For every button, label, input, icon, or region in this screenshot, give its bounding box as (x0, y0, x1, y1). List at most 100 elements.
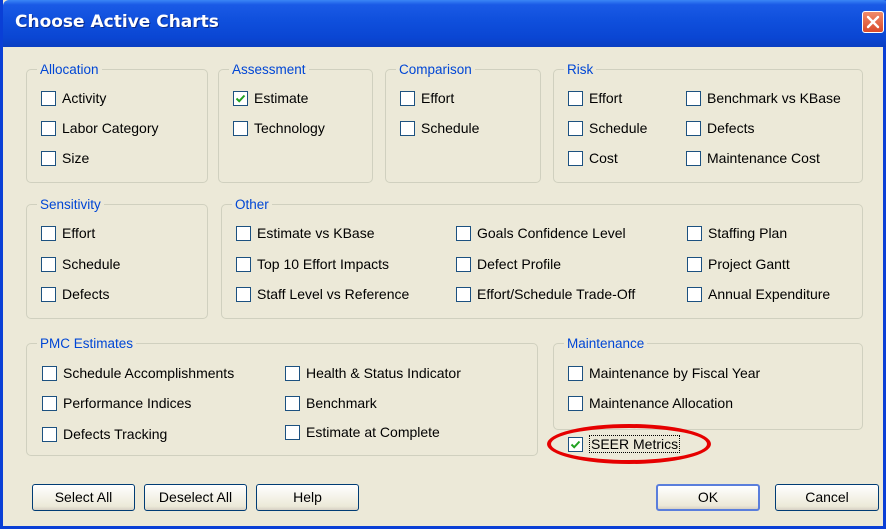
checkbox-pmc-health-status-indicator[interactable]: Health & Status Indicator (285, 365, 461, 381)
checkbox-box[interactable] (236, 286, 251, 302)
group-title-assessment: Assessment (232, 62, 306, 77)
checkbox-other-top-10-effort-impacts[interactable]: Top 10 Effort Impacts (236, 256, 389, 272)
checkbox-label: Cost (589, 150, 618, 166)
checkbox-other-goals-confidence-level[interactable]: Goals Confidence Level (456, 225, 626, 241)
checkbox-other-project-gantt[interactable]: Project Gantt (687, 256, 790, 272)
checkbox-sensitivity-defects[interactable]: Defects (41, 286, 109, 302)
checkbox-box[interactable] (41, 256, 56, 272)
group-title-maintenance: Maintenance (567, 336, 645, 351)
checkbox-box[interactable] (687, 286, 702, 302)
checkbox-label: Size (62, 150, 90, 166)
checkbox-box[interactable] (42, 395, 57, 411)
checkbox-label: Defect Profile (477, 256, 562, 272)
checkbox-box[interactable] (687, 225, 702, 241)
checkbox-assessment-technology[interactable]: Technology (233, 120, 325, 136)
checkbox-assessment-estimate[interactable]: Estimate (233, 90, 308, 106)
close-button[interactable] (862, 11, 884, 33)
checkbox-box[interactable] (41, 150, 56, 166)
choose-active-charts-dialog: Choose Active Charts Allocation Activity… (0, 0, 886, 529)
checkbox-box[interactable] (285, 395, 300, 411)
checkbox-label: Benchmark (306, 395, 377, 411)
checkbox-sensitivity-schedule[interactable]: Schedule (41, 256, 120, 272)
checkbox-label: SEER Metrics (589, 435, 681, 453)
checkbox-risk-maintenance-cost[interactable]: Maintenance Cost (686, 150, 820, 166)
checkbox-other-effort-schedule-trade-off[interactable]: Effort/Schedule Trade-Off (456, 286, 635, 302)
title-bar[interactable]: Choose Active Charts (3, 0, 886, 47)
checkbox-box[interactable] (42, 365, 57, 381)
checkbox-allocation-labor-category[interactable]: Labor Category (41, 120, 159, 136)
checkbox-box[interactable] (41, 225, 56, 241)
checkbox-box[interactable] (686, 120, 701, 136)
select-all-button[interactable]: Select All (32, 484, 135, 511)
checkbox-other-annual-expenditure[interactable]: Annual Expenditure (687, 286, 830, 302)
checkbox-risk-cost[interactable]: Cost (568, 150, 618, 166)
checkbox-other-defect-profile[interactable]: Defect Profile (456, 256, 561, 272)
checkbox-label: Goals Confidence Level (477, 225, 626, 241)
checkbox-pmc-schedule-accomplishments[interactable]: Schedule Accomplishments (42, 365, 234, 381)
checkbox-box[interactable] (42, 426, 57, 442)
checkbox-box[interactable] (568, 436, 583, 452)
checkbox-sensitivity-effort[interactable]: Effort (41, 225, 95, 241)
checkbox-box[interactable] (236, 225, 251, 241)
checkbox-label: Project Gantt (708, 256, 790, 272)
deselect-all-button[interactable]: Deselect All (144, 484, 247, 511)
checkbox-maintenance-by-fiscal-year[interactable]: Maintenance by Fiscal Year (568, 365, 760, 381)
checkbox-risk-defects[interactable]: Defects (686, 120, 754, 136)
checkbox-maintenance-allocation[interactable]: Maintenance Allocation (568, 395, 733, 411)
checkbox-box[interactable] (456, 225, 471, 241)
dialog-title: Choose Active Charts (15, 12, 219, 32)
checkbox-other-staffing-plan[interactable]: Staffing Plan (687, 225, 787, 241)
cancel-button[interactable]: Cancel (775, 484, 879, 511)
checkbox-box[interactable] (686, 150, 701, 166)
checkbox-risk-schedule[interactable]: Schedule (568, 120, 647, 136)
checkbox-label: Benchmark vs KBase (707, 90, 841, 106)
checkbox-label: Activity (62, 90, 107, 106)
checkbox-pmc-benchmark[interactable]: Benchmark (285, 395, 377, 411)
checkbox-box[interactable] (41, 286, 56, 302)
checkbox-box[interactable] (568, 395, 583, 411)
checkbox-box[interactable] (568, 90, 583, 106)
ok-button[interactable]: OK (656, 484, 760, 511)
checkbox-label: Maintenance Allocation (589, 395, 733, 411)
help-button[interactable]: Help (256, 484, 359, 511)
checkbox-other-estimate-vs-kbase[interactable]: Estimate vs KBase (236, 225, 375, 241)
checkbox-label: Estimate at Complete (306, 424, 440, 440)
checkbox-pmc-estimate-at-complete[interactable]: Estimate at Complete (285, 424, 440, 440)
group-title-other: Other (235, 197, 269, 212)
checkbox-box[interactable] (568, 365, 583, 381)
checkbox-box[interactable] (568, 120, 583, 136)
checkbox-box[interactable] (41, 90, 56, 106)
checkbox-box[interactable] (236, 256, 251, 272)
checkbox-box[interactable] (233, 120, 248, 136)
checkbox-pmc-defects-tracking[interactable]: Defects Tracking (42, 426, 167, 442)
checkbox-label: Staff Level vs Reference (257, 286, 410, 302)
group-maintenance: Maintenance (553, 336, 863, 430)
checkbox-allocation-activity[interactable]: Activity (41, 90, 106, 106)
checkbox-pmc-performance-indices[interactable]: Performance Indices (42, 395, 191, 411)
checkbox-box[interactable] (285, 424, 300, 440)
checkbox-box[interactable] (400, 120, 415, 136)
checkbox-box[interactable] (285, 365, 300, 381)
checkbox-risk-effort[interactable]: Effort (568, 90, 622, 106)
checkbox-allocation-size[interactable]: Size (41, 150, 89, 166)
checkbox-seer-metrics[interactable]: SEER Metrics (568, 435, 681, 453)
checkbox-box[interactable] (687, 256, 702, 272)
group-title-comparison: Comparison (399, 62, 472, 77)
checkbox-label: Maintenance by Fiscal Year (589, 365, 761, 381)
checkbox-label: Schedule (421, 120, 480, 136)
checkbox-other-staff-level-vs-reference[interactable]: Staff Level vs Reference (236, 286, 409, 302)
checkmark-icon (570, 440, 581, 449)
checkbox-box[interactable] (400, 90, 415, 106)
checkbox-box[interactable] (568, 150, 583, 166)
checkbox-box[interactable] (41, 120, 56, 136)
checkbox-box[interactable] (456, 286, 471, 302)
checkbox-risk-benchmark-vs-kbase[interactable]: Benchmark vs KBase (686, 90, 841, 106)
checkbox-box[interactable] (686, 90, 701, 106)
checkmark-icon (235, 94, 246, 103)
checkbox-box[interactable] (233, 90, 248, 106)
checkbox-label: Top 10 Effort Impacts (257, 256, 390, 272)
checkbox-box[interactable] (456, 256, 471, 272)
checkbox-comparison-effort[interactable]: Effort (400, 90, 454, 106)
checkbox-comparison-schedule[interactable]: Schedule (400, 120, 479, 136)
checkbox-label: Effort/Schedule Trade-Off (477, 286, 636, 302)
